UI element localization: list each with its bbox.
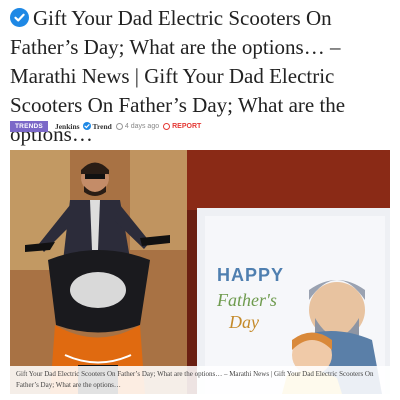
trend-check-icon (82, 122, 91, 130)
card-fathers-text: Father's (217, 290, 277, 310)
article-hero-image[interactable]: HAPPY Father's Day Gift Your Dad Electri… (10, 150, 390, 394)
scooter-rider-photo (10, 150, 187, 394)
clock-icon (115, 122, 123, 130)
card-happy-text: HAPPY (217, 265, 285, 285)
author-badge: Trend (92, 121, 112, 131)
time-ago: 4 days ago (124, 122, 160, 130)
report-link[interactable]: REPORT (172, 123, 201, 130)
author-name[interactable]: Jenkins (55, 122, 80, 131)
article-meta: TRENDS Jenkins Trend 4 days ago REPORT (10, 119, 201, 133)
image-caption: Gift Your Dad Electric Scooters On Fathe… (10, 366, 390, 394)
category-tag[interactable]: TRENDS (10, 120, 48, 132)
report-icon[interactable] (163, 122, 171, 130)
verified-check-icon (10, 8, 29, 27)
card-day-text: Day (229, 312, 259, 332)
fathers-day-card-photo: HAPPY Father's Day (187, 150, 390, 394)
